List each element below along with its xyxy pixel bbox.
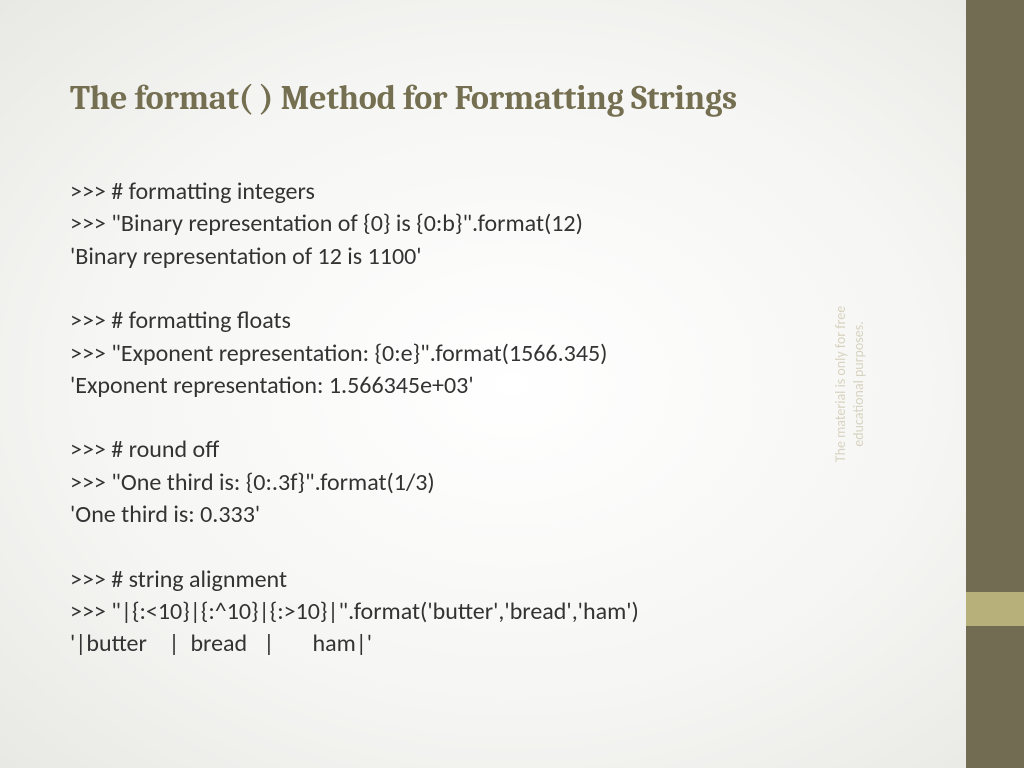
slide-title: The format( ) Method for Formatting Stri… xyxy=(70,78,940,118)
sidebar-caption: The material is only for free educationa… xyxy=(832,224,868,544)
code-block: >>> # formatting integers >>> "Binary re… xyxy=(70,176,940,661)
code-line: 'Exponent representation: 1.566345e+03' xyxy=(70,370,940,402)
sidebar: The material is only for free educationa… xyxy=(966,0,1024,768)
blank-line xyxy=(70,532,940,564)
code-line: >>> "Exponent representation: {0:e}".for… xyxy=(70,338,940,370)
slide-content: The format( ) Method for Formatting Stri… xyxy=(70,78,940,661)
code-line: >>> "One third is: {0:.3f}".format(1/3) xyxy=(70,467,940,499)
sidebar-bottom-stripe xyxy=(966,626,1024,768)
sidebar-caption-line2: educational purposes. xyxy=(850,321,867,446)
code-line: >>> # formatting floats xyxy=(70,305,940,337)
code-line: >>> # string alignment xyxy=(70,564,940,596)
code-line: >>> "Binary representation of {0} is {0:… xyxy=(70,208,940,240)
sidebar-caption-line1: The material is only for free xyxy=(832,306,849,462)
code-line: >>> # formatting integers xyxy=(70,176,940,208)
sidebar-mid-stripe xyxy=(966,592,1024,626)
code-line: 'Binary representation of 12 is 1100' xyxy=(70,241,940,273)
blank-line xyxy=(70,402,940,434)
code-line: '|butter | bread | ham|' xyxy=(70,628,940,660)
blank-line xyxy=(70,273,940,305)
code-line: 'One third is: 0.333' xyxy=(70,499,940,531)
code-line: >>> # round off xyxy=(70,434,940,466)
code-line: >>> "|{:<10}|{:^10}|{:>10}|".format('but… xyxy=(70,596,940,628)
sidebar-top-stripe xyxy=(966,0,1024,592)
